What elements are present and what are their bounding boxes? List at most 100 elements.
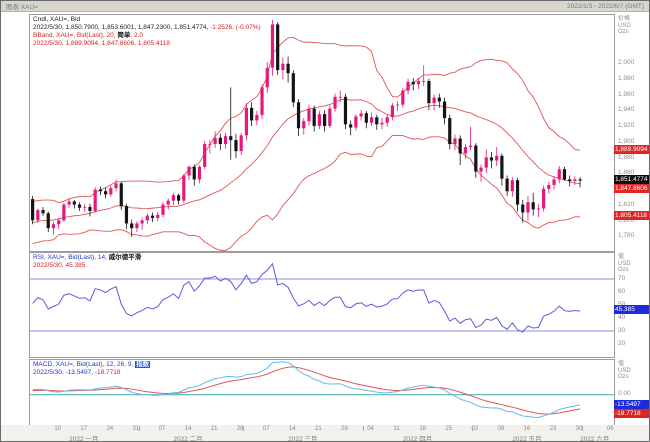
candle-body[interactable]	[83, 206, 87, 208]
candle-body[interactable]	[542, 188, 546, 209]
candle-body[interactable]	[124, 206, 129, 224]
candlestick-panel[interactable]: Cndl, XAU=, Bid 2022/5/30, 1,850.7900, 1…	[29, 14, 615, 252]
candle-body[interactable]	[406, 81, 410, 91]
candle-body[interactable]	[364, 113, 368, 123]
candle-body[interactable]	[401, 90, 405, 105]
candle-body[interactable]	[203, 144, 207, 167]
candle-body[interactable]	[385, 117, 389, 123]
candle-body[interactable]	[291, 73, 295, 103]
candle-body[interactable]	[463, 147, 467, 154]
candle-body[interactable]	[416, 81, 421, 85]
candle-body[interactable]	[338, 96, 342, 98]
candle-body[interactable]	[500, 155, 504, 179]
candle-body[interactable]	[150, 215, 155, 218]
window-titlebar[interactable]: 图表 XAU= 2022/1/3 - 2022/6/7 (GMT)	[1, 1, 649, 12]
candle-body[interactable]	[547, 184, 551, 189]
candle-body[interactable]	[531, 202, 535, 210]
candle-body[interactable]	[578, 179, 582, 181]
candle-body[interactable]	[244, 107, 248, 136]
candle-body[interactable]	[46, 213, 50, 229]
candle-body[interactable]	[495, 155, 499, 161]
candle-body[interactable]	[349, 124, 353, 128]
candle-body[interactable]	[276, 24, 280, 71]
candle-body[interactable]	[98, 189, 102, 192]
candle-body[interactable]	[333, 96, 337, 109]
candle-body[interactable]	[192, 166, 196, 180]
candle-body[interactable]	[187, 166, 191, 176]
rsi-panel[interactable]: RSI, XAU=, Bid(Last), 14, 威尔德平滑 2022/5/3…	[29, 252, 615, 358]
candle-body[interactable]	[573, 179, 577, 181]
candle-body[interactable]	[119, 183, 123, 207]
rsi-chart[interactable]	[30, 253, 614, 357]
candle-body[interactable]	[307, 108, 311, 122]
candle-body[interactable]	[166, 200, 170, 205]
candle-body[interactable]	[557, 169, 561, 180]
candle-body[interactable]	[77, 204, 82, 208]
candle-body[interactable]	[505, 178, 509, 192]
candle-body[interactable]	[390, 105, 394, 118]
candle-body[interactable]	[489, 157, 494, 161]
candlestick-chart[interactable]	[30, 15, 614, 251]
candle-body[interactable]	[130, 223, 134, 229]
candle-body[interactable]	[135, 223, 139, 229]
candle-body[interactable]	[302, 121, 306, 129]
candle-body[interactable]	[93, 189, 97, 211]
candle-body[interactable]	[442, 101, 447, 119]
candle-body[interactable]	[510, 180, 514, 192]
candle-body[interactable]	[359, 113, 363, 117]
candle-body[interactable]	[36, 210, 40, 221]
candle-body[interactable]	[197, 166, 202, 180]
candle-body[interactable]	[182, 175, 186, 201]
candle-body[interactable]	[51, 224, 56, 229]
candle-body[interactable]	[375, 117, 379, 125]
candle-body[interactable]	[161, 204, 165, 215]
candle-body[interactable]	[229, 136, 233, 141]
candle-body[interactable]	[396, 104, 400, 106]
candle-body[interactable]	[156, 214, 160, 218]
candle-body[interactable]	[369, 117, 374, 123]
candle-body[interactable]	[31, 199, 35, 221]
candle-body[interactable]	[328, 108, 332, 126]
candle-body[interactable]	[469, 145, 473, 148]
candle-body[interactable]	[479, 167, 483, 172]
time-axis[interactable]: 10 17 24 31 07 14 21 28 07 14 21 28 04 11 18 25 02 09 16 23…	[1, 425, 649, 441]
candle-body[interactable]	[453, 138, 457, 145]
candle-body[interactable]	[474, 145, 478, 172]
candle-body[interactable]	[250, 107, 254, 121]
candle-body[interactable]	[317, 114, 321, 126]
candle-body[interactable]	[88, 206, 92, 211]
candle-body[interactable]	[260, 87, 264, 115]
candle-body[interactable]	[515, 180, 520, 205]
candle-body[interactable]	[312, 108, 316, 126]
candle-body[interactable]	[171, 195, 175, 201]
candle-body[interactable]	[521, 204, 525, 213]
candle-body[interactable]	[177, 195, 181, 201]
candle-body[interactable]	[104, 191, 108, 195]
candle-body[interactable]	[354, 116, 358, 128]
candle-body[interactable]	[67, 201, 71, 205]
candle-body[interactable]	[411, 81, 415, 85]
candle-body[interactable]	[562, 169, 567, 180]
candle-body[interactable]	[568, 179, 572, 181]
candle-body[interactable]	[286, 63, 290, 74]
candle-body[interactable]	[448, 118, 452, 145]
candle-body[interactable]	[422, 81, 426, 82]
candle-body[interactable]	[458, 138, 462, 154]
candle-body[interactable]	[145, 215, 149, 221]
candle-body[interactable]	[62, 204, 66, 221]
candle-body[interactable]	[114, 183, 118, 189]
candle-body[interactable]	[223, 136, 228, 145]
candle-body[interactable]	[281, 63, 285, 71]
candle-body[interactable]	[343, 96, 348, 125]
candle-body[interactable]	[484, 157, 488, 168]
candle-body[interactable]	[234, 140, 238, 152]
candle-body[interactable]	[213, 137, 217, 145]
candle-body[interactable]	[552, 179, 556, 185]
candle-body[interactable]	[432, 97, 436, 104]
candle-body[interactable]	[140, 220, 144, 224]
candle-body[interactable]	[109, 188, 113, 195]
candle-body[interactable]	[265, 67, 269, 88]
macd-chart[interactable]	[30, 360, 614, 425]
candle-body[interactable]	[270, 24, 275, 68]
candle-body[interactable]	[323, 114, 327, 126]
